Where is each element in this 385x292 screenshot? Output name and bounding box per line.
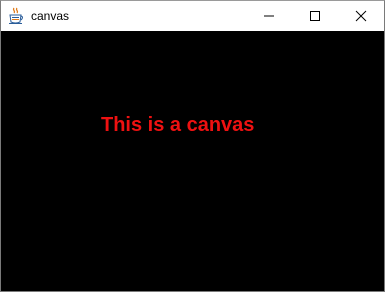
close-button[interactable] (338, 1, 384, 31)
drawing-canvas[interactable]: This is a canvas (1, 31, 384, 291)
maximize-icon (310, 11, 320, 21)
maximize-button[interactable] (292, 1, 338, 31)
canvas-text: This is a canvas (101, 114, 255, 136)
java-coffee-cup-icon[interactable] (8, 7, 24, 25)
minimize-icon (264, 15, 274, 17)
app-window: canvas This is a canvas (0, 0, 385, 292)
close-icon (355, 10, 367, 22)
title-bar[interactable]: canvas (1, 1, 384, 31)
minimize-button[interactable] (246, 1, 292, 31)
window-title: canvas (31, 9, 70, 23)
